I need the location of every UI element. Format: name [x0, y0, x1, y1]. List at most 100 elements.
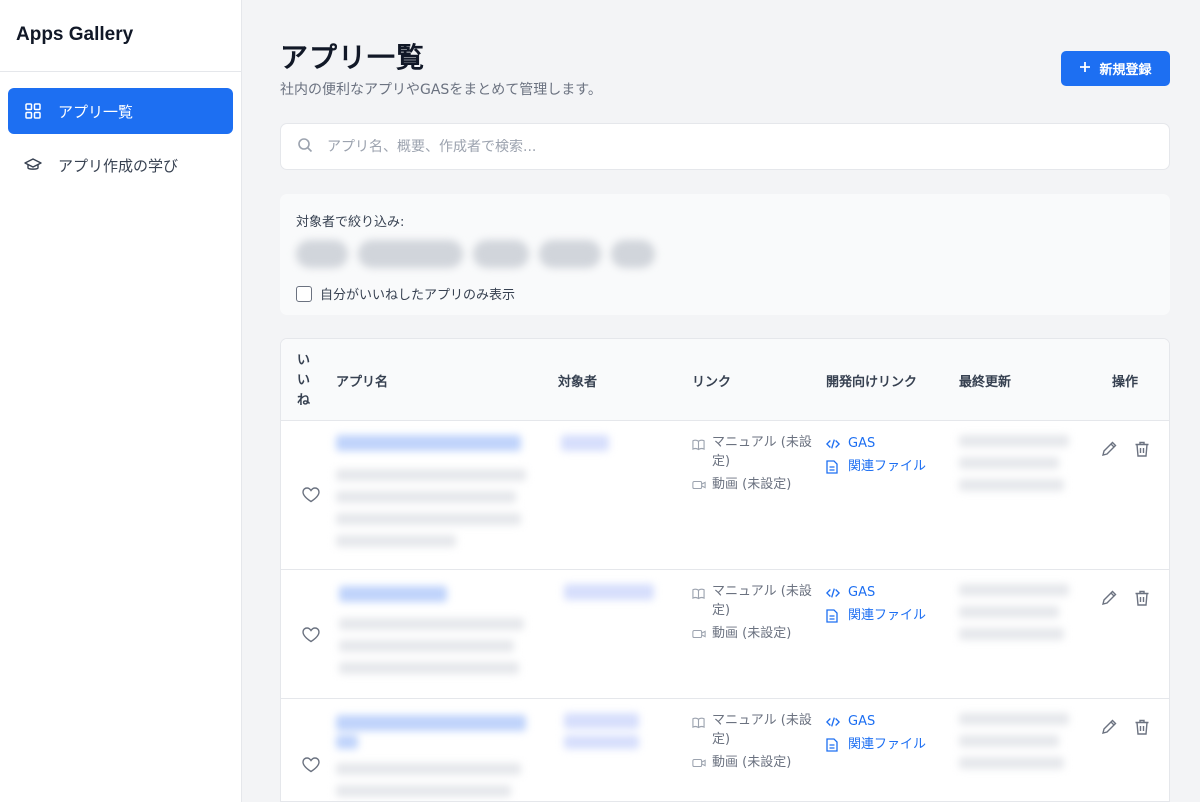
header-actions: 操作: [1112, 375, 1139, 390]
header-updated: 最終更新: [959, 375, 1012, 390]
related-files-label: 関連ファイル: [848, 608, 927, 623]
gas-label: GAS: [848, 585, 876, 600]
audience-tags-redacted: [564, 713, 639, 749]
updated-redacted: [959, 584, 1069, 640]
header-audience: 対象者: [558, 375, 598, 390]
search-input[interactable]: [327, 138, 1027, 155]
sidebar: Apps Gallery アプリ一覧 アプリ作成の学び: [0, 0, 242, 802]
header-links: リンク: [692, 375, 732, 390]
file-icon: [826, 608, 840, 623]
audience-chip[interactable]: [296, 240, 348, 268]
video-label: 動画 (未設定): [712, 626, 792, 641]
trash-icon[interactable]: [1133, 718, 1151, 736]
related-files-link[interactable]: 関連ファイル: [826, 455, 926, 478]
video-link: 動画 (未設定): [692, 753, 817, 775]
audience-chip[interactable]: [358, 240, 463, 268]
video-label: 動画 (未設定): [712, 755, 792, 770]
heart-icon[interactable]: [301, 755, 321, 775]
audience-tags-redacted: [564, 584, 654, 600]
plus-icon: [1079, 61, 1091, 76]
gas-link[interactable]: GAS: [826, 710, 926, 733]
book-icon: [692, 582, 706, 620]
sidebar-item-learning[interactable]: アプリ作成の学び: [8, 142, 233, 188]
manual-label: マニュアル (未設定): [712, 435, 812, 469]
manual-label: マニュアル (未設定): [712, 713, 812, 747]
updated-redacted: [959, 435, 1069, 491]
file-icon: [826, 737, 840, 752]
trash-icon[interactable]: [1133, 440, 1151, 458]
new-button-label: 新規登録: [1099, 62, 1152, 77]
audience-chip[interactable]: [473, 240, 529, 268]
gas-label: GAS: [848, 436, 876, 451]
search-bar: [280, 123, 1170, 170]
code-icon: [826, 716, 840, 728]
audience-filter: 対象者で絞り込み: 自分がいいねしたアプリのみ表示: [280, 194, 1170, 315]
related-files-label: 関連ファイル: [848, 737, 927, 752]
related-files-label: 関連ファイル: [848, 459, 927, 474]
sidebar-nav: アプリ一覧 アプリ作成の学び: [0, 72, 241, 212]
edit-pencil-icon[interactable]: [1100, 589, 1118, 607]
brand-title: Apps Gallery: [0, 0, 241, 72]
dev-links-cell: GAS 関連ファイル: [826, 581, 926, 627]
grid-icon: [24, 102, 42, 120]
video-icon: [692, 753, 706, 775]
table-row: マニュアル (未設定) 動画 (未設定) GAS 関連ファイル: [281, 421, 1169, 570]
video-label: 動画 (未設定): [712, 477, 792, 492]
gas-link[interactable]: GAS: [826, 432, 926, 455]
edit-pencil-icon[interactable]: [1100, 718, 1118, 736]
edit-pencil-icon[interactable]: [1100, 440, 1118, 458]
links-cell: マニュアル (未設定) 動画 (未設定): [692, 711, 817, 775]
main-content: アプリ一覧 社内の便利なアプリやGASをまとめて管理します。 新規登録 対象者で…: [243, 0, 1200, 802]
code-icon: [826, 438, 840, 450]
gas-link[interactable]: GAS: [826, 581, 926, 604]
gas-label: GAS: [848, 714, 876, 729]
audience-tags-redacted: [561, 435, 609, 451]
header-dev-links: 開発向けリンク: [826, 375, 918, 390]
book-icon: [692, 711, 706, 749]
video-link: 動画 (未設定): [692, 475, 817, 497]
heart-icon[interactable]: [301, 625, 321, 645]
sidebar-item-label: アプリ作成の学び: [58, 156, 179, 175]
filter-label: 対象者で絞り込み:: [296, 215, 405, 230]
liked-only-label: 自分がいいねしたアプリのみ表示: [320, 288, 516, 303]
manual-link: マニュアル (未設定): [692, 433, 817, 471]
manual-link: マニュアル (未設定): [692, 582, 817, 620]
audience-chip[interactable]: [539, 240, 601, 268]
heart-icon[interactable]: [301, 485, 321, 505]
book-icon: [692, 433, 706, 471]
table-header: いいね アプリ名 対象者 リンク 開発向けリンク 最終更新 操作: [281, 339, 1169, 421]
manual-link: マニュアル (未設定): [692, 711, 817, 749]
video-icon: [692, 624, 706, 646]
graduation-cap-icon: [24, 156, 42, 174]
file-icon: [826, 459, 840, 474]
related-files-link[interactable]: 関連ファイル: [826, 733, 926, 756]
sidebar-item-app-list[interactable]: アプリ一覧: [8, 88, 233, 134]
app-name-redacted[interactable]: [336, 435, 531, 547]
related-files-link[interactable]: 関連ファイル: [826, 604, 926, 627]
header-like: いいね: [297, 353, 311, 408]
links-cell: マニュアル (未設定) 動画 (未設定): [692, 582, 817, 646]
table-row: マニュアル (未設定) 動画 (未設定) GAS 関連ファイル: [281, 570, 1169, 699]
table-row: マニュアル (未設定) 動画 (未設定) GAS 関連ファイル: [281, 699, 1169, 801]
video-link: 動画 (未設定): [692, 624, 817, 646]
header-name: アプリ名: [336, 375, 389, 390]
search-icon: [297, 137, 313, 157]
app-name-redacted[interactable]: [336, 715, 531, 797]
dev-links-cell: GAS 関連ファイル: [826, 710, 926, 756]
code-icon: [826, 587, 840, 599]
liked-only-checkbox[interactable]: [296, 285, 312, 302]
page-title: アプリ一覧: [280, 41, 426, 74]
updated-redacted: [959, 713, 1069, 769]
liked-only-toggle[interactable]: 自分がいいねしたアプリのみ表示: [296, 284, 1154, 303]
apps-table: いいね アプリ名 対象者 リンク 開発向けリンク 最終更新 操作 マニュアル (…: [280, 338, 1170, 802]
audience-chip-group: [296, 240, 1154, 268]
new-registration-button[interactable]: 新規登録: [1061, 51, 1170, 86]
audience-chip[interactable]: [611, 240, 655, 268]
links-cell: マニュアル (未設定) 動画 (未設定): [692, 433, 817, 497]
app-name-redacted[interactable]: [339, 586, 534, 674]
page-subtitle: 社内の便利なアプリやGASをまとめて管理します。: [280, 82, 602, 98]
dev-links-cell: GAS 関連ファイル: [826, 432, 926, 478]
sidebar-item-label: アプリ一覧: [58, 102, 134, 121]
video-icon: [692, 475, 706, 497]
trash-icon[interactable]: [1133, 589, 1151, 607]
